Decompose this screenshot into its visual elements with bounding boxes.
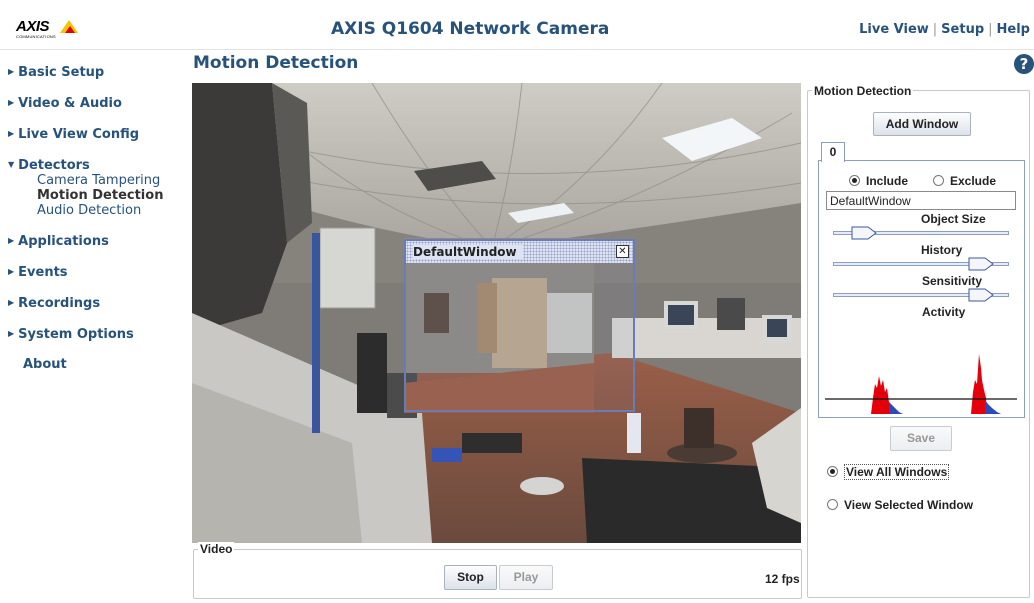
- sensitivity-slider[interactable]: [833, 288, 1009, 302]
- window-name-input[interactable]: [826, 191, 1016, 210]
- chevron-right-icon: ▶: [8, 67, 15, 76]
- play-button[interactable]: Play: [499, 565, 553, 590]
- object-size-label: Object Size: [921, 212, 986, 226]
- sidebar-item-detectors[interactable]: ▼ Detectors: [8, 158, 90, 173]
- sidebar-item-recordings[interactable]: ▶ Recordings: [8, 296, 100, 311]
- radio-on-icon: [849, 175, 860, 186]
- page-title: Motion Detection: [193, 53, 359, 73]
- save-button[interactable]: Save: [890, 426, 952, 451]
- sidebar-item-video-audio[interactable]: ▶ Video & Audio: [8, 96, 122, 111]
- axis-logo[interactable]: AXIS COMMUNICATIONS: [16, 18, 86, 40]
- sidebar-subitem-audio-detection[interactable]: Audio Detection: [37, 203, 141, 218]
- view-selected-window-radio[interactable]: View Selected Window: [827, 498, 973, 512]
- activity-graph: [825, 318, 1017, 416]
- sidebar-item-applications[interactable]: ▶ Applications: [8, 234, 109, 249]
- slider-thumb-icon[interactable]: [968, 288, 994, 302]
- logo-text: AXIS: [16, 18, 50, 35]
- sidebar-subitem-camera-tampering[interactable]: Camera Tampering: [37, 173, 160, 188]
- view-all-windows-radio[interactable]: View All Windows: [827, 464, 950, 480]
- history-label: History: [921, 243, 963, 257]
- chevron-right-icon: ▶: [8, 129, 15, 138]
- help-link[interactable]: Help: [997, 22, 1030, 37]
- chevron-right-icon: ▶: [8, 329, 15, 338]
- sidebar-item-live-view-config[interactable]: ▶ Live View Config: [8, 127, 139, 142]
- sidebar-item-basic-setup[interactable]: ▶ Basic Setup: [8, 65, 104, 80]
- live-view-link[interactable]: Live View: [859, 22, 929, 37]
- sidebar-item-events[interactable]: ▶ Events: [8, 265, 68, 280]
- exclude-radio[interactable]: Exclude: [933, 174, 996, 188]
- fps-readout: 12 fps: [765, 572, 800, 586]
- motion-window-overlay[interactable]: DefaultWindow ✕: [404, 239, 635, 412]
- radio-off-icon: [827, 499, 838, 510]
- chevron-right-icon: ▶: [8, 98, 15, 107]
- object-size-slider[interactable]: [833, 226, 1009, 240]
- slider-thumb-icon[interactable]: [968, 257, 994, 271]
- tab-window-0[interactable]: 0: [821, 142, 845, 162]
- top-bar: AXIS COMMUNICATIONS AXIS Q1604 Network C…: [0, 0, 1034, 50]
- radio-on-icon: [827, 466, 838, 477]
- sidebar-subitem-motion-detection[interactable]: Motion Detection: [37, 188, 163, 203]
- sidebar-item-system-options[interactable]: ▶ System Options: [8, 327, 134, 342]
- close-icon[interactable]: ✕: [616, 245, 629, 258]
- slider-thumb-icon[interactable]: [851, 226, 877, 240]
- question-icon[interactable]: ?: [1014, 54, 1034, 74]
- include-radio[interactable]: Include: [849, 174, 908, 188]
- sensitivity-label: Sensitivity: [922, 274, 983, 288]
- activity-label: Activity: [922, 305, 966, 319]
- app-title: AXIS Q1604 Network Camera: [331, 19, 610, 39]
- history-slider[interactable]: [833, 257, 1009, 271]
- chevron-right-icon: ▶: [8, 298, 15, 307]
- video-controls-group: [193, 549, 802, 599]
- motion-window-title: DefaultWindow: [413, 245, 523, 259]
- chevron-down-icon: ▼: [8, 160, 15, 169]
- motion-panel-legend: Motion Detection: [812, 84, 914, 98]
- chevron-right-icon: ▶: [8, 267, 15, 276]
- logo-subtext: COMMUNICATIONS: [16, 34, 56, 39]
- setup-link[interactable]: Setup: [941, 22, 984, 37]
- motion-window-titlebar[interactable]: DefaultWindow ✕: [406, 241, 633, 263]
- chevron-right-icon: ▶: [8, 236, 15, 245]
- video-legend: Video: [198, 542, 235, 556]
- top-links: Live View | Setup | Help: [859, 22, 1030, 37]
- add-window-button[interactable]: Add Window: [873, 112, 971, 136]
- sidebar-item-about[interactable]: About: [23, 357, 67, 372]
- radio-off-icon: [933, 175, 944, 186]
- stop-button[interactable]: Stop: [444, 565, 497, 590]
